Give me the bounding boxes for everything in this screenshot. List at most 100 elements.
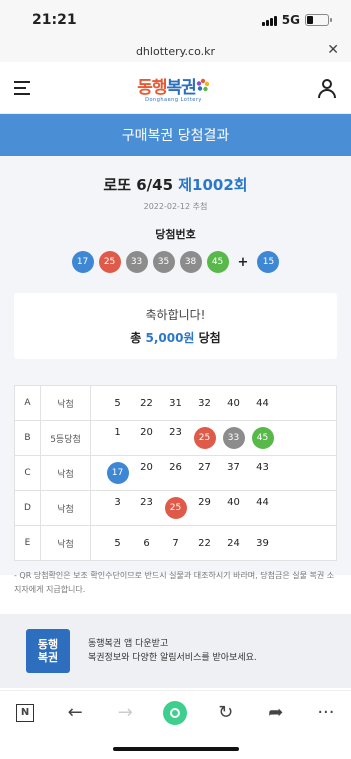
prize-box: 축하합니다! 총 5,000원 당첨 [14,293,337,359]
share-icon[interactable]: ➦ [262,699,290,727]
app-logo: 동행 복권 [26,629,70,673]
ticket-number: 5 [114,537,121,549]
ticket-row: B 5등당첨 1 20 23 25 33 45 [14,420,337,456]
ticket-row: C 낙첨 17 20 26 27 37 43 [14,455,337,491]
ticket-letter: A [14,385,41,421]
ticket-result: 낙첨 [40,525,91,561]
plus-sign: + [237,254,249,270]
app-banner-text: 동행복권 앱 다운받고 복권정보와 다양한 알림서비스를 받아보세요. [88,637,257,665]
ticket-number: 44 [256,397,269,409]
app-banner-line1: 동행복권 앱 다운받고 [88,639,169,649]
ticket-number: 25 [190,427,219,449]
ticket-number: 23 [169,427,182,438]
site-logo[interactable]: 동행복권 Donghaeng Lottery [137,73,210,103]
network-label: 5G [281,13,300,27]
back-arrow-icon[interactable]: ← [61,699,89,727]
game-round: 제1002회 [178,176,248,194]
logo-subtitle: Donghaeng Lottery [145,96,202,103]
user-icon[interactable] [317,78,337,98]
ticket-row: E 낙첨 5 6 7 22 24 39 [14,525,337,561]
forward-arrow-icon[interactable]: → [111,699,139,727]
ticket-letter: E [14,525,41,561]
qr-notice: - QR 당첨확인은 보조 확인수단이므로 반드시 실물과 대조하시기 바라며,… [14,571,335,594]
ticket-number: 45 [248,427,277,449]
result-content: 로또 6/45 제1002회 2022-02-12 추첨 당첨번호 17 25 33… [0,156,351,594]
ticket-number: 31 [169,397,182,409]
logo-text-1: 동행 [137,77,167,98]
home-button[interactable] [161,699,189,727]
status-time: 21:21 [32,12,77,28]
ticket-table: A 낙첨 5 22 31 32 40 44 B 5등당첨 1 20 23 25 33 45 C 낙첨 17 20 26 2… [14,385,337,561]
ticket-number: 7 [172,537,179,549]
ticket-letter: D [14,490,41,526]
ticket-number: 26 [169,462,182,473]
ticket-numbers: 5 22 31 32 40 44 [90,385,337,421]
status-indicators: 5G [261,13,332,27]
hamburger-menu-icon[interactable] [14,80,30,95]
browser-toolbar: N ← → ↻ ➦ ··· [0,690,351,734]
ticket-number: 39 [256,537,269,549]
matched-ball: 45 [251,427,274,449]
ticket-number: 27 [198,462,211,473]
ticket-numbers: 5 6 7 22 24 39 [90,525,337,561]
prize-suffix: 당첨 [194,331,221,345]
prize-total: 총 5,000원 당첨 [130,329,220,346]
site-header: 동행복권 Donghaeng Lottery [0,62,351,114]
app-download-banner[interactable]: 동행 복권 동행복권 앱 다운받고 복권정보와 다양한 알림서비스를 받아보세요. [0,614,351,688]
ticket-number: 29 [198,497,211,508]
ticket-letter: C [14,455,41,491]
battery-icon [305,14,332,26]
ticket-number: 37 [227,462,240,473]
ticket-number: 24 [227,537,240,549]
matched-ball: 33 [222,427,245,449]
ticket-number: 22 [198,537,211,549]
ticket-number: 43 [256,462,269,473]
ticket-letter: B [14,420,41,456]
ticket-numbers: 17 20 26 27 37 43 [90,455,337,491]
winning-numbers: 17 25 33 35 38 45 +15 [0,251,351,273]
ticket-number: 44 [256,497,269,508]
winning-ball: 33 [125,251,148,273]
logo-flower-icon [196,78,209,92]
prize-message: 축하합니다! [145,308,206,322]
game-name: 로또 6/45 [103,176,174,194]
ticket-number: 3 [114,497,121,508]
naver-n-button[interactable]: N [11,699,39,727]
ticket-number: 20 [140,462,153,473]
logo-text-2: 복권 [166,77,197,98]
game-title: 로또 6/45 제1002회 [0,174,351,195]
ticket-number: 6 [143,537,150,549]
ticket-number: 5 [114,397,121,409]
ticket-number: 40 [227,397,240,409]
status-bar: 21:21 5G [0,0,351,40]
ticket-number: 20 [140,427,153,438]
home-indicator [113,747,239,751]
matched-ball: 25 [164,497,187,519]
app-banner-line2: 복권정보와 다양한 알림서비스를 받아보세요. [88,653,257,663]
winning-ball: 38 [179,251,202,273]
signal-icon [261,15,277,26]
winning-ball: 17 [71,251,94,273]
refresh-icon[interactable]: ↻ [212,699,240,727]
prize-amount: 5,000원 [145,331,195,345]
ticket-number: 40 [227,497,240,508]
url-text[interactable]: dhlottery.co.kr [136,45,215,58]
page-title: 구매복권 당첨결과 [0,114,351,156]
ticket-result: 5등당첨 [40,420,91,456]
ticket-result: 낙첨 [40,455,91,491]
ticket-row: D 낙첨 3 23 25 29 40 44 [14,490,337,526]
ticket-number: 17 [103,462,132,484]
more-icon[interactable]: ··· [312,699,340,727]
winning-numbers-label: 당첨번호 [155,228,196,241]
winning-ball: 35 [152,251,175,273]
winning-ball: 45 [206,251,229,273]
close-icon[interactable]: ✕ [327,42,339,58]
matched-ball: 17 [106,462,129,484]
ticket-numbers: 3 23 25 29 40 44 [90,490,337,526]
prize-prefix: 총 [130,331,146,345]
ticket-number: 25 [161,497,190,519]
ticket-number: 23 [140,497,153,508]
ticket-number: 33 [219,427,248,449]
url-bar[interactable]: dhlottery.co.kr ✕ [0,40,351,62]
ticket-row: A 낙첨 5 22 31 32 40 44 [14,385,337,421]
